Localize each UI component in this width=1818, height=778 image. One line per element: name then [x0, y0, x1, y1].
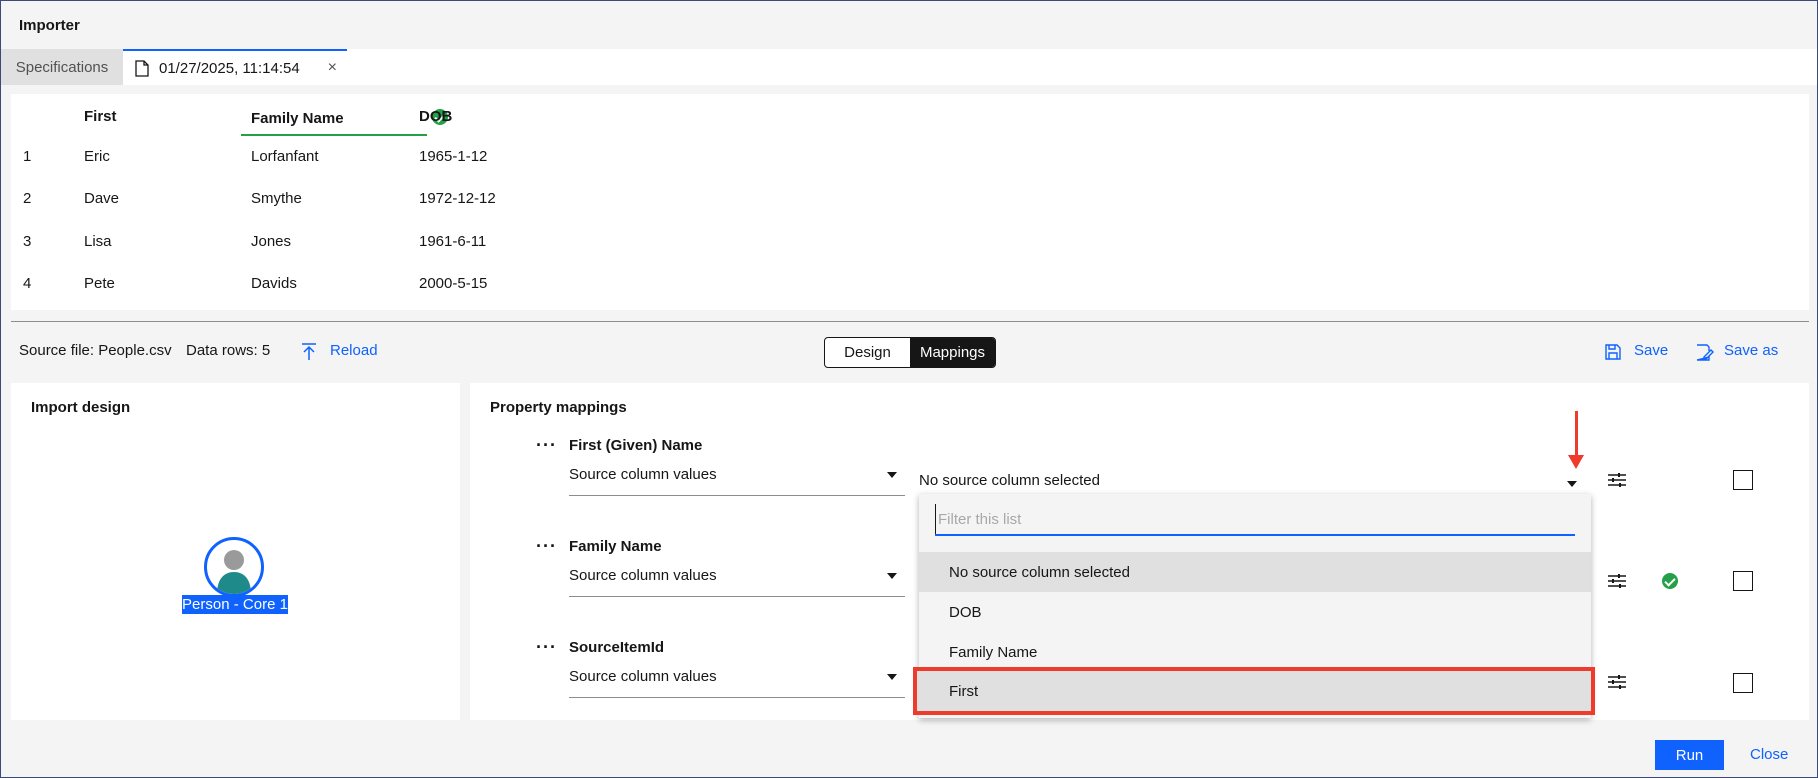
- close-button[interactable]: Close: [1750, 746, 1788, 763]
- more-options-icon[interactable]: ···: [536, 435, 557, 456]
- cell-dob: 1961-6-11: [419, 233, 487, 250]
- tab-import-session[interactable]: 01/27/2025, 11:14:54 ×: [123, 49, 347, 85]
- cell-family-name: Smythe: [251, 190, 302, 207]
- run-button[interactable]: Run: [1655, 740, 1724, 770]
- mapping-property-name: SourceItemId: [569, 639, 665, 656]
- column-header-family-name[interactable]: Family Name: [251, 110, 344, 127]
- mapping-checkbox[interactable]: [1733, 571, 1753, 591]
- dropdown-option-family-name[interactable]: Family Name: [919, 632, 1591, 672]
- chevron-down-icon: [887, 573, 897, 579]
- annotation-arrow-shaft: [1575, 411, 1578, 459]
- mapping-mode-select[interactable]: Source column values: [569, 658, 905, 698]
- person-node[interactable]: [204, 537, 264, 597]
- cell-dob: 1972-12-12: [419, 190, 496, 207]
- panel-title: Property mappings: [490, 399, 627, 416]
- cell-first: Pete: [84, 275, 115, 292]
- row-number: 1: [23, 148, 32, 165]
- mappings-view-button[interactable]: Mappings: [910, 338, 995, 367]
- annotation-arrow-head: [1568, 455, 1584, 469]
- tab-bar: Specifications 01/27/2025, 11:14:54 ×: [1, 49, 1817, 85]
- window-title: Importer: [19, 16, 80, 34]
- dropdown-option-none[interactable]: No source column selected: [919, 552, 1591, 592]
- more-options-icon[interactable]: ···: [536, 536, 557, 557]
- cell-family-name: Lorfanfant: [251, 148, 319, 165]
- mapping-mode-select[interactable]: Source column values: [569, 456, 905, 496]
- data-rows-label: Data rows: 5: [186, 342, 271, 359]
- cell-dob: 2000-5-15: [419, 275, 488, 292]
- source-column-select[interactable]: No source column selected: [919, 463, 1591, 493]
- column-header-dob[interactable]: DOB: [419, 108, 452, 125]
- column-header-first[interactable]: First: [84, 108, 117, 125]
- view-switcher: Design Mappings: [824, 337, 996, 368]
- save-as-button[interactable]: Save as: [1724, 342, 1778, 359]
- data-preview-table: First Family Name DOB 1 Eric Lorfanfant …: [11, 94, 1809, 310]
- filter-field: [935, 504, 1575, 536]
- reload-link[interactable]: Reload: [330, 342, 378, 359]
- save-icon[interactable]: [1605, 344, 1621, 360]
- tab-label: Specifications: [15, 58, 109, 76]
- chevron-down-icon: [1567, 481, 1577, 487]
- cell-first: Eric: [84, 148, 110, 165]
- mapping-property-name: Family Name: [569, 538, 662, 555]
- mapped-check-icon: [1662, 573, 1678, 589]
- row-number: 3: [23, 233, 32, 250]
- panel-title: Import design: [31, 399, 131, 416]
- source-file-label: Source file: People.csv: [19, 342, 172, 359]
- source-column-dropdown: No source column selected DOB Family Nam…: [913, 494, 1595, 718]
- cell-family-name: Jones: [251, 233, 292, 250]
- person-icon: [217, 550, 251, 594]
- close-tab-icon[interactable]: ×: [328, 59, 337, 77]
- save-button[interactable]: Save: [1634, 342, 1668, 359]
- mapped-column-indicator: [241, 134, 427, 136]
- chevron-down-icon: [887, 674, 897, 680]
- filter-input[interactable]: [935, 504, 1575, 534]
- node-label[interactable]: Person - Core 1: [182, 595, 288, 614]
- mapping-checkbox[interactable]: [1733, 673, 1753, 693]
- mapping-checkbox[interactable]: [1733, 470, 1753, 490]
- tab-label: 01/27/2025, 11:14:54: [159, 59, 300, 77]
- dropdown-option-first[interactable]: First: [913, 667, 1595, 715]
- document-icon: [135, 59, 149, 77]
- settings-sliders-icon[interactable]: [1608, 574, 1626, 588]
- design-view-button[interactable]: Design: [825, 338, 910, 367]
- mapping-property-name: First (Given) Name: [569, 437, 703, 454]
- dropdown-option-dob[interactable]: DOB: [919, 592, 1591, 632]
- importer-window: Importer Specifications 01/27/2025, 11:1…: [0, 0, 1818, 778]
- cell-first: Lisa: [84, 233, 112, 250]
- more-options-icon[interactable]: ···: [536, 637, 557, 658]
- save-as-icon[interactable]: [1696, 343, 1714, 361]
- section-divider: [11, 321, 1809, 322]
- chevron-down-icon: [887, 472, 897, 478]
- cell-first: Dave: [84, 190, 120, 207]
- cell-family-name: Davids: [251, 275, 297, 292]
- settings-sliders-icon[interactable]: [1608, 473, 1626, 487]
- upload-icon[interactable]: [301, 343, 317, 361]
- mapping-mode-select[interactable]: Source column values: [569, 557, 905, 597]
- row-number: 2: [23, 190, 32, 207]
- tab-specifications[interactable]: Specifications: [1, 49, 123, 85]
- cell-dob: 1965-1-12: [419, 148, 488, 165]
- row-number: 4: [23, 275, 32, 292]
- settings-sliders-icon[interactable]: [1608, 675, 1626, 689]
